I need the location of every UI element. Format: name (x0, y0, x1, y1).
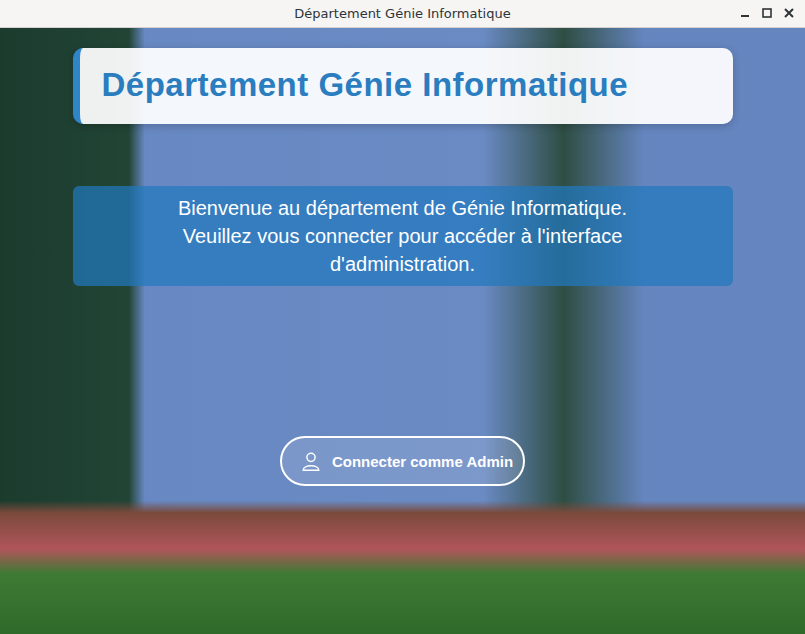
minimize-icon[interactable] (739, 7, 751, 19)
login-label: Connecter comme Admin (332, 453, 513, 470)
header-card: Département Génie Informatique (73, 48, 733, 124)
app-window: Département Génie InformatiqueDépartemen… (0, 0, 805, 634)
maximize-icon[interactable] (761, 7, 773, 19)
title-bar: Département Génie Informatique (0, 0, 805, 28)
close-icon[interactable] (783, 7, 795, 19)
user-icon (300, 450, 322, 472)
login-button[interactable]: Connecter comme Admin (280, 436, 525, 486)
welcome-box: Bienvenue au département de Génie Inform… (73, 186, 733, 286)
welcome-text: Bienvenue au département de Génie Inform… (113, 194, 693, 222)
window-title: Département Génie Informatique (294, 6, 510, 21)
welcome-text: Veuillez vous connecter pour accéder à l… (113, 222, 693, 278)
background-photo: Département Génie Informatique Bienvenue … (0, 28, 805, 634)
window-controls (739, 7, 795, 19)
header-title: Département Génie Informatique (102, 66, 717, 104)
